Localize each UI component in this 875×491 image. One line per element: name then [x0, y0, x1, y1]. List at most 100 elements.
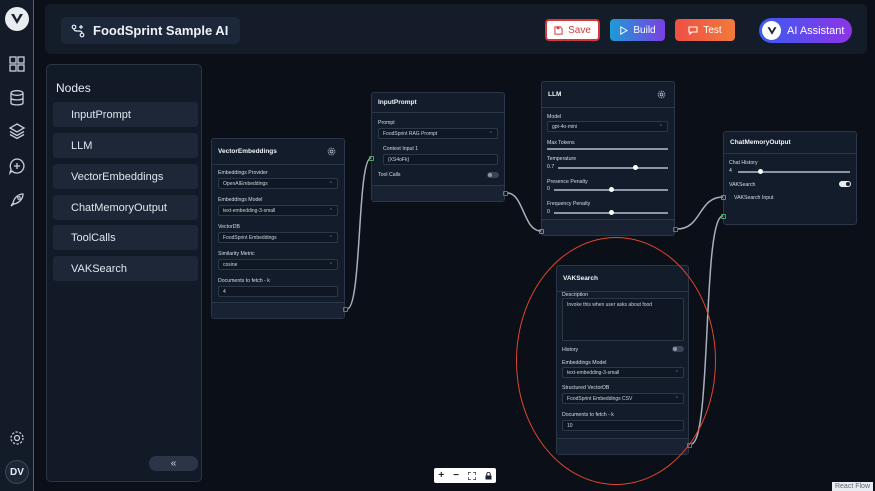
k-label: Documents to fetch - k — [562, 412, 614, 418]
node-llm[interactable]: LLM Model gpt-4o-mini ⌃ Max Tokens Temper… — [539, 81, 678, 236]
chat-icon — [688, 25, 698, 35]
zoom-out-icon[interactable]: − — [453, 470, 459, 481]
node-palette-item[interactable]: LLM — [53, 133, 198, 158]
model-select[interactable]: text-embedding-3-small ⌃ — [562, 367, 684, 378]
layers-icon[interactable] — [8, 122, 26, 140]
node-title: InputPrompt — [372, 93, 504, 113]
presence-value: 0 — [547, 186, 550, 192]
temperature-label: Temperature — [547, 156, 577, 162]
model-select[interactable]: gpt-4o-mini ⌃ — [547, 121, 668, 132]
workspace-title: FoodSprint Sample AI — [93, 23, 229, 38]
similarity-select[interactable]: cosine ⌃ — [218, 259, 338, 270]
nodes-panel: Nodes InputPrompt LLM VectorEmbeddings C… — [46, 64, 202, 482]
vaksearch-input-label: VAKSearch Input — [734, 195, 774, 201]
model-label: Model — [547, 114, 562, 120]
input-port[interactable] — [721, 214, 726, 219]
vectordb-select[interactable]: FoodSprint Embeddings ⌃ — [218, 232, 338, 243]
history-toggle[interactable] — [672, 346, 684, 352]
node-palette-item[interactable]: ToolCalls — [53, 225, 198, 250]
node-palette-item[interactable]: VAKSearch — [53, 256, 198, 281]
node-title: VectorEmbeddings — [212, 139, 344, 165]
user-avatar[interactable]: DV — [5, 460, 29, 484]
frequency-label: Frequency Penalty — [547, 201, 591, 207]
node-footer — [212, 302, 344, 318]
provider-select[interactable]: OpenAIEmbeddings ⌃ — [218, 178, 338, 189]
temperature-slider[interactable] — [558, 165, 668, 170]
input-port[interactable] — [369, 156, 374, 161]
test-button[interactable]: Test — [675, 19, 735, 41]
node-chat-memory-output[interactable]: ChatMemoryOutput Chat History 4 VAKSearc… — [721, 131, 857, 225]
lock-icon[interactable] — [485, 471, 492, 480]
collapse-sidebar-button[interactable]: « — [149, 456, 198, 471]
app-logo-icon[interactable] — [5, 7, 29, 31]
assistant-logo-icon — [762, 21, 781, 40]
presence-slider[interactable] — [554, 187, 668, 192]
edge-llm-to-memory — [676, 196, 724, 230]
k-input[interactable]: 10 — [562, 420, 684, 431]
output-port[interactable] — [343, 307, 348, 312]
settings-gear-icon[interactable] — [8, 429, 26, 447]
build-button[interactable]: Build — [610, 19, 665, 41]
dashboard-icon[interactable] — [8, 55, 26, 73]
react-flow-attribution[interactable]: React Flow — [831, 482, 873, 491]
slider-knob[interactable] — [632, 165, 638, 170]
ai-assistant-button[interactable]: AI Assistant — [759, 18, 852, 43]
chevron-icon: ⌃ — [328, 208, 333, 214]
node-palette-item[interactable]: ChatMemoryOutput — [53, 195, 198, 220]
node-settings-icon[interactable] — [657, 90, 666, 99]
output-port[interactable] — [503, 191, 508, 196]
output-port[interactable] — [687, 443, 692, 448]
edge-input-to-llm — [506, 192, 542, 232]
vectordb-label: Structured VectorDB — [562, 385, 610, 391]
chevron-icon: ⌃ — [658, 124, 663, 130]
history-label: History — [562, 347, 579, 353]
vaksearch-toggle[interactable] — [839, 181, 851, 187]
model-label: Embeddings Model — [562, 360, 607, 366]
max-tokens-slider[interactable] — [547, 148, 668, 150]
flow-icon — [71, 24, 85, 37]
output-port[interactable] — [673, 227, 678, 232]
frequency-value: 0 — [547, 209, 550, 215]
database-icon[interactable] — [8, 89, 26, 107]
node-vaksearch[interactable]: VAKSearch Description Invoke this when u… — [556, 265, 692, 455]
zoom-in-icon[interactable]: + — [438, 470, 444, 481]
k-input[interactable]: 4 — [218, 286, 338, 297]
node-footer — [557, 438, 688, 454]
node-vector-embeddings[interactable]: VectorEmbeddings Embeddings Provider Ope… — [211, 138, 348, 319]
k-label: Documents to fetch - k — [218, 278, 270, 284]
slider-knob[interactable] — [608, 187, 614, 192]
max-tokens-label: Max Tokens — [547, 140, 575, 146]
similarity-label: Similarity Metric — [218, 251, 255, 257]
left-rail: DV — [0, 0, 34, 491]
model-select[interactable]: text-embedding-3-small ⌃ — [218, 205, 338, 216]
frequency-slider[interactable] — [554, 210, 668, 215]
node-title: ChatMemoryOutput — [724, 132, 856, 154]
fit-view-icon[interactable] — [467, 471, 476, 480]
tool-calls-toggle[interactable] — [487, 172, 499, 178]
nodes-panel-title: Nodes — [56, 81, 91, 95]
description-textarea[interactable]: Invoke this when user asks about food — [562, 298, 684, 341]
chevron-icon: ⌃ — [488, 131, 493, 137]
prompt-label: Prompt — [378, 120, 395, 126]
chat-add-icon[interactable] — [8, 157, 26, 175]
node-palette-item[interactable]: VectorEmbeddings — [53, 164, 198, 189]
slider-knob[interactable] — [608, 210, 614, 215]
vectordb-select[interactable]: FoodSprint Embeddings CSV ⌃ — [562, 393, 684, 404]
prompt-select[interactable]: FoodSprint RAG Prompt ⌃ — [378, 128, 498, 139]
chevron-icon: ⌃ — [674, 396, 679, 402]
slider-knob[interactable] — [757, 169, 763, 174]
rocket-icon[interactable] — [8, 191, 26, 209]
workspace-title-chip[interactable]: FoodSprint Sample AI — [61, 17, 241, 44]
play-icon — [620, 25, 629, 35]
input-port[interactable] — [539, 229, 544, 234]
save-button[interactable]: Save — [545, 19, 600, 41]
context-input[interactable]: {XS4oFk} — [383, 154, 498, 165]
node-input-prompt[interactable]: InputPrompt Prompt FoodSprint RAG Prompt… — [369, 92, 508, 202]
top-bar: FoodSprint Sample AI Save Build Test AI … — [45, 4, 867, 54]
tool-calls-label: Tool Calls — [378, 172, 401, 178]
node-settings-icon[interactable] — [327, 147, 336, 156]
node-footer — [372, 185, 504, 201]
input-port[interactable] — [721, 195, 726, 200]
node-palette-item[interactable]: InputPrompt — [53, 102, 198, 127]
chat-history-slider[interactable] — [738, 169, 850, 174]
